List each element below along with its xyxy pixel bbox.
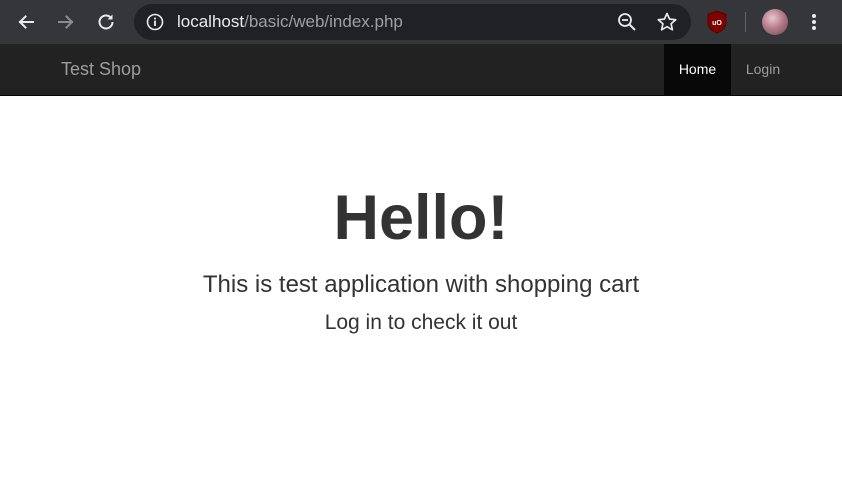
kebab-menu-icon[interactable]	[806, 10, 822, 34]
url-host: localhost	[177, 12, 245, 31]
hero-lead: This is test application with shopping c…	[202, 271, 640, 298]
address-bar[interactable]: localhost/basic/web/index.php	[134, 4, 691, 40]
zoom-out-icon[interactable]	[617, 12, 637, 32]
star-icon[interactable]	[656, 11, 678, 33]
site-navbar: Test Shop Home Login	[0, 44, 842, 96]
ublock-origin-icon[interactable]: uO	[706, 10, 728, 34]
reload-button[interactable]	[92, 8, 120, 36]
nav-item-home[interactable]: Home	[664, 44, 731, 95]
url-text[interactable]: localhost/basic/web/index.php	[177, 12, 403, 32]
browser-toolbar: localhost/basic/web/index.php uO	[0, 0, 842, 44]
hero-subtext: Log in to check it out	[324, 311, 518, 334]
toolbar-divider	[745, 12, 746, 32]
hero-title: Hello!	[333, 183, 509, 253]
info-icon[interactable]	[146, 13, 164, 31]
avatar[interactable]	[762, 9, 788, 35]
brand-link[interactable]: Test Shop	[61, 59, 141, 79]
forward-arrow-icon	[58, 15, 74, 29]
ublock-badge-text: uO	[712, 20, 722, 27]
reload-icon	[98, 14, 114, 30]
nav-item-login[interactable]: Login	[731, 44, 795, 95]
forward-button[interactable]	[52, 8, 80, 36]
back-button[interactable]	[12, 8, 40, 36]
url-path: /basic/web/index.php	[244, 12, 403, 31]
back-arrow-icon	[18, 15, 34, 29]
